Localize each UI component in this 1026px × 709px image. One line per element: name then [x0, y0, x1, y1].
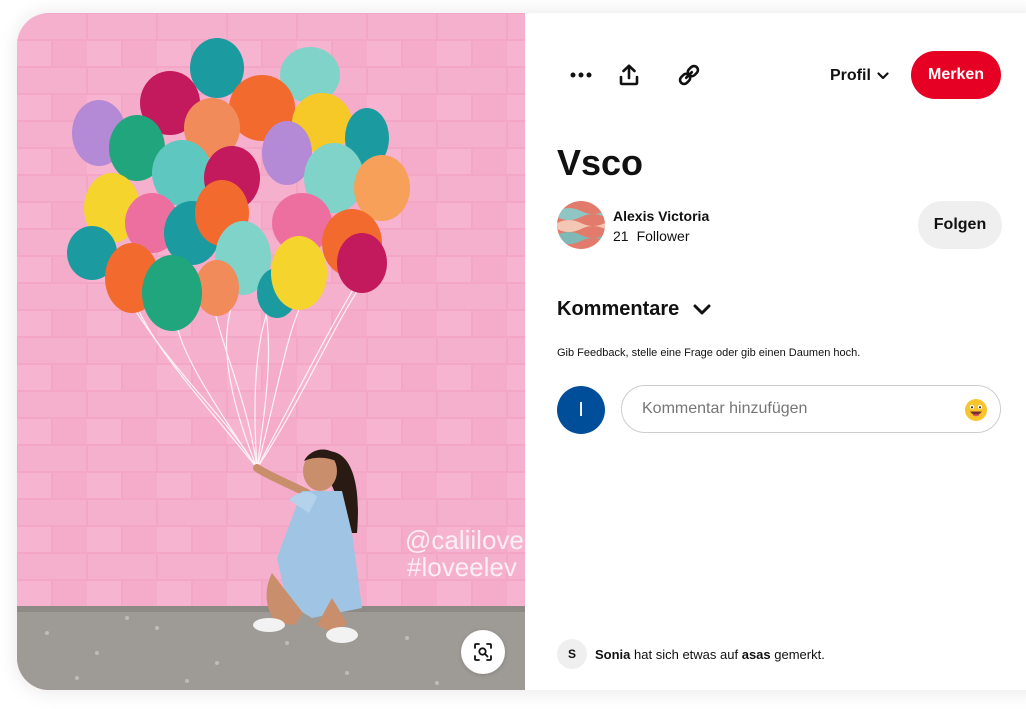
creator-followers: 21 Follower — [613, 228, 689, 244]
comments-hint: Gib Feedback, stelle eine Frage oder gib… — [557, 347, 861, 359]
profile-dropdown-label: Profil — [830, 67, 871, 84]
creator-avatar-image — [557, 201, 605, 249]
emoji-picker-icon[interactable] — [964, 398, 988, 422]
activity-text-middle: hat sich etwas auf — [634, 646, 739, 662]
activity-row: S Sonia hat sich etwas auf asas gemerkt. — [557, 639, 825, 669]
follower-count: 21 — [613, 228, 629, 244]
activity-text: Sonia hat sich etwas auf asas gemerkt. — [595, 647, 825, 662]
follower-label: Follower — [636, 228, 690, 244]
chevron-down-icon — [877, 72, 889, 80]
comment-input-container — [621, 385, 1001, 433]
pin-title: Vsco — [557, 142, 644, 183]
chevron-down-icon — [693, 304, 711, 314]
creator-name[interactable]: Alexis Victoria — [613, 208, 709, 224]
activity-board-name[interactable]: asas — [742, 647, 771, 662]
more-options-button[interactable] — [561, 55, 601, 95]
activity-text-end: gemerkt. — [774, 646, 825, 662]
activity-user-name[interactable]: Sonia — [595, 647, 630, 662]
visual-search-icon — [474, 643, 492, 661]
copy-link-button[interactable] — [669, 55, 709, 95]
activity-user-avatar[interactable]: S — [557, 639, 587, 669]
share-button[interactable] — [609, 55, 649, 95]
save-button[interactable]: Merken — [911, 51, 1001, 99]
profile-board-dropdown[interactable]: Profil — [830, 64, 889, 88]
watermark-line1: @caliilovee — [405, 525, 525, 555]
comments-title: Kommentare — [557, 298, 680, 320]
pin-image[interactable]: @caliilovee #loveelev — [17, 13, 525, 690]
watermark-line2: #loveelev — [407, 552, 517, 582]
pin-image-illustration: @caliilovee #loveelev — [17, 13, 525, 690]
link-icon — [678, 64, 700, 86]
share-upload-icon — [619, 64, 639, 86]
comment-input[interactable] — [640, 399, 944, 419]
visual-search-button[interactable] — [461, 630, 505, 674]
follow-button[interactable]: Folgen — [918, 201, 1002, 249]
more-horizontal-icon — [570, 72, 592, 78]
comments-toggle[interactable]: Kommentare — [557, 298, 711, 321]
pin-card: @caliilovee #loveelev — [17, 13, 1026, 690]
creator-avatar[interactable] — [557, 201, 605, 249]
current-user-avatar[interactable]: I — [557, 386, 605, 434]
pin-details: Profil Merken Vsco Alexis Victoria 21 Fo… — [525, 13, 1026, 690]
